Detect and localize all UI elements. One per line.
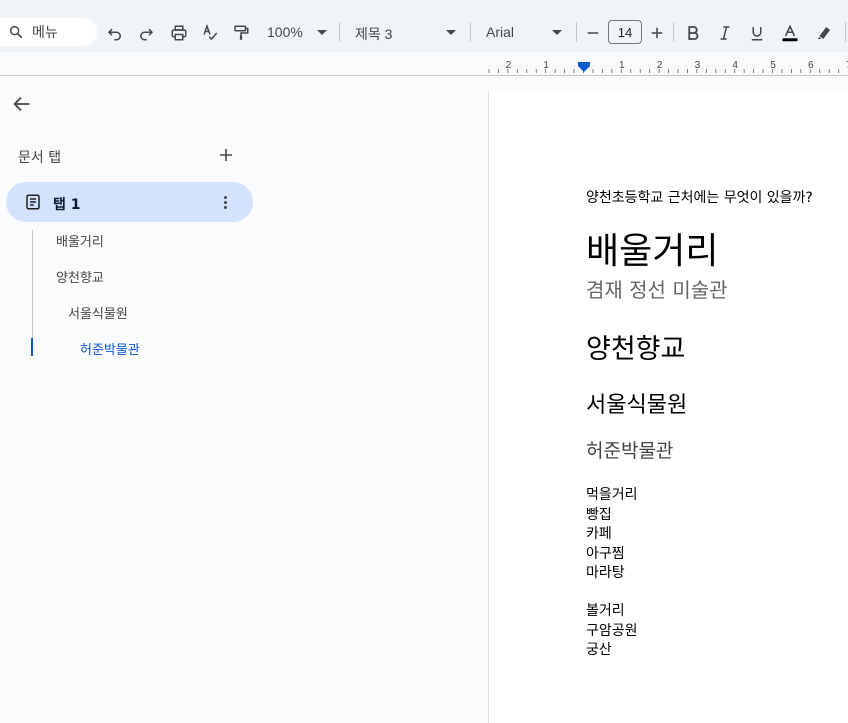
redo-icon[interactable] [135, 22, 157, 44]
undo-icon[interactable] [104, 22, 126, 44]
ruler-label: 2 [657, 60, 663, 71]
ruler-label: 3 [695, 60, 701, 71]
outline-item-baeulgeori[interactable]: 배울거리 [56, 231, 104, 250]
toolbar: 메뉴 100% 제목 3 Arial 14 [0, 0, 848, 52]
add-tab-button[interactable] [216, 145, 236, 165]
doc-heading-3: 허준박물관 [586, 440, 674, 462]
decrease-font-size-icon[interactable] [582, 22, 604, 44]
plus-icon [220, 149, 232, 161]
paint-format-icon[interactable] [230, 22, 252, 44]
font-select[interactable]: Arial [486, 24, 514, 40]
outline-item-seoul-botanic-park[interactable]: 서울식물원 [68, 303, 128, 322]
highlight-icon[interactable] [813, 22, 835, 44]
back-arrow-button[interactable] [10, 92, 34, 116]
horizontal-ruler[interactable]: 211234567 [487, 58, 848, 74]
doc-heading-1: 양천향교 [586, 334, 686, 365]
outline-item-heojun-museum[interactable]: 허준박물관 [80, 339, 140, 358]
ruler-label: 5 [770, 60, 776, 71]
toolbar-divider [673, 22, 674, 42]
tab-1[interactable]: 탭 1 [6, 182, 253, 222]
ruler-label: 2 [506, 60, 512, 71]
document-tabs-title: 문서 탭 [18, 150, 62, 166]
list-item: 빵집 [586, 506, 612, 523]
ruler-indent-marker-icon [578, 62, 590, 72]
list-item: 마라탕 [586, 565, 625, 581]
toolbar-divider [576, 22, 577, 42]
list-item: 먹을거리 [586, 487, 638, 503]
list-item: 카페 [586, 526, 612, 542]
underline-icon[interactable] [746, 22, 768, 44]
print-icon[interactable] [168, 22, 190, 44]
font-caret-icon [552, 30, 562, 35]
zoom-caret-icon [317, 30, 327, 35]
more-options-icon[interactable] [218, 192, 232, 212]
doc-list-sights: 볼거리 구암공원 궁산 [586, 602, 638, 661]
list-item: 볼거리 [586, 603, 625, 619]
doc-list-food: 먹을거리 빵집 카페 아구찜 마라탕 [586, 486, 638, 584]
document-icon [26, 194, 40, 210]
ruler-label: 1 [543, 60, 549, 71]
ruler-label: 4 [732, 60, 738, 71]
doc-intro-line: 양천초등학교 근처에는 무엇이 있을까? [586, 190, 813, 206]
spellcheck-icon[interactable] [199, 22, 221, 44]
outline-active-indicator [31, 338, 33, 356]
increase-font-size-icon[interactable] [646, 22, 668, 44]
doc-title: 배울거리 [586, 231, 719, 272]
toolbar-divider [339, 22, 340, 42]
menu-search-label: 메뉴 [32, 25, 58, 41]
search-icon [9, 25, 23, 39]
doc-heading-2: 서울식물원 [586, 393, 688, 418]
toolbar-divider [845, 22, 846, 42]
ruler-label: 1 [619, 60, 625, 71]
toolbar-divider [470, 22, 471, 42]
tab-label: 탭 1 [53, 197, 81, 213]
ruler-label: 6 [808, 60, 814, 71]
text-color-icon[interactable] [779, 22, 801, 44]
style-select[interactable]: 제목 3 [355, 24, 392, 44]
menu-search-button[interactable]: 메뉴 [0, 18, 97, 46]
list-item: 구암공원 [586, 622, 638, 639]
list-item: 아구찜 [586, 545, 625, 562]
font-size-input[interactable]: 14 [608, 20, 642, 44]
bold-icon[interactable] [682, 22, 704, 44]
back-arrow-icon [13, 96, 30, 112]
italic-icon[interactable] [714, 22, 736, 44]
style-caret-icon [446, 30, 456, 35]
list-item: 궁산 [586, 642, 612, 658]
doc-title-subheading: 겸재 정선 미술관 [586, 278, 728, 302]
zoom-select[interactable]: 100% [267, 24, 303, 40]
outline-item-yangcheon-hyanggyo[interactable]: 양천향교 [56, 267, 104, 286]
